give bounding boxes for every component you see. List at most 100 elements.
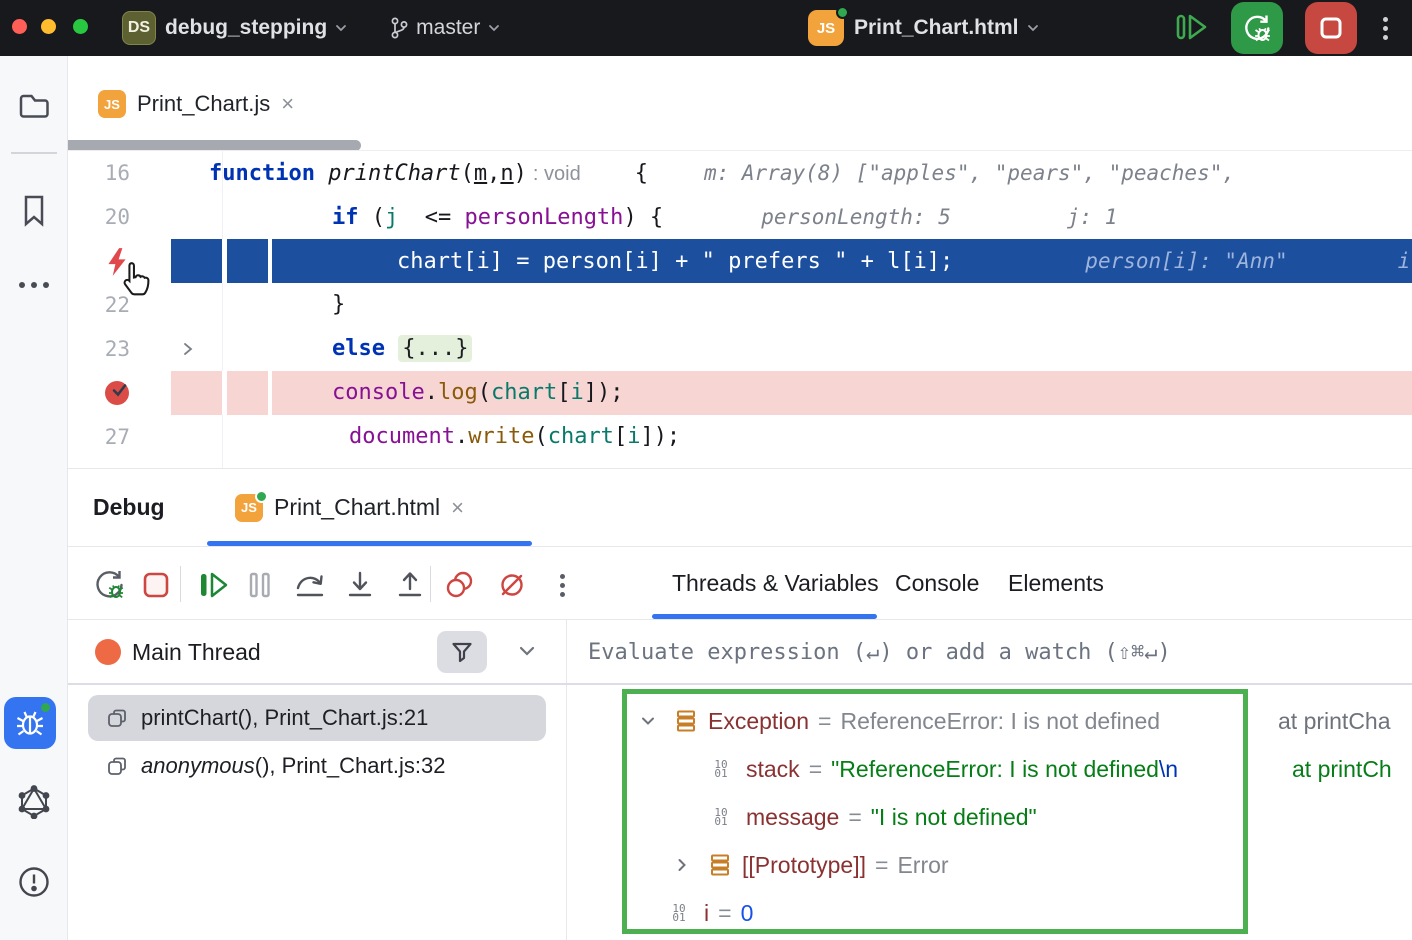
branch-selector[interactable]: master	[389, 16, 501, 40]
pause-program-button[interactable]	[240, 565, 280, 605]
debug-tool-button[interactable]	[4, 697, 56, 749]
close-icon[interactable]: ×	[451, 497, 464, 519]
debug-running-dot	[39, 701, 52, 714]
evaluate-expression-input[interactable]: Evaluate expression (↵) or add a watch (…	[567, 620, 1412, 684]
breakpoint-verified-icon[interactable]	[104, 379, 132, 407]
stop-icon	[140, 569, 172, 601]
editor-tab-label: Print_Chart.js	[137, 91, 270, 117]
code-line[interactable]: }	[171, 283, 1412, 327]
step-out-button[interactable]	[390, 565, 430, 605]
equals-sign: =	[718, 900, 731, 927]
variable-value: "I is not defined"	[871, 804, 1037, 831]
variable-row-prototype[interactable]: [[Prototype]] = Error	[566, 841, 1412, 889]
exception-location-hint: at printCha	[1278, 708, 1391, 735]
variable-row-message[interactable]: 1001 message = "I is not defined"	[566, 793, 1412, 841]
step-over-button[interactable]	[290, 565, 330, 605]
chevron-right-icon[interactable]	[670, 856, 694, 874]
line-number: 16	[68, 151, 130, 195]
resume-button[interactable]	[1175, 12, 1209, 45]
stop-button[interactable]	[1305, 2, 1357, 54]
filter-frames-button[interactable]	[437, 631, 487, 673]
mute-breakpoints-button[interactable]	[492, 565, 532, 605]
thread-name: Main Thread	[132, 620, 261, 684]
variable-name: [[Prototype]]	[742, 852, 866, 879]
variable-row-exception[interactable]: Exception = ReferenceError: I is not def…	[566, 697, 1412, 745]
fullscreen-window-button[interactable]	[73, 19, 88, 34]
variable-name: message	[746, 804, 839, 831]
mute-breakpoints-icon	[496, 569, 528, 601]
chevron-down-icon	[1026, 21, 1040, 35]
equals-sign: =	[875, 852, 888, 879]
branch-name: master	[416, 16, 480, 40]
git-branch-icon	[389, 16, 409, 40]
variable-value: "ReferenceError: I is not defined	[831, 756, 1159, 783]
line-number: 23	[68, 327, 130, 371]
js-file-icon: JS	[235, 494, 263, 522]
line-number: 27	[68, 415, 130, 459]
code-line[interactable]: document.write(chart[i]);	[171, 415, 1412, 459]
rerun-debug-button[interactable]	[1231, 2, 1283, 54]
stack-frame-row[interactable]: printChart(), Print_Chart.js:21	[88, 695, 546, 741]
thread-dropdown-chevron[interactable]	[516, 640, 538, 665]
ide-window: DS debug_stepping master JS Print_Chart.…	[0, 0, 1412, 940]
code-line[interactable]: chart[i] = person[i] + " prefers " + l[i…	[171, 239, 1412, 283]
chevron-down-icon[interactable]	[636, 712, 660, 730]
chevron-down-icon	[487, 21, 501, 35]
variable-name: Exception	[708, 708, 809, 735]
debug-session-tab[interactable]: JS Print_Chart.html ×	[235, 469, 464, 546]
primitive-value-icon: 1001	[664, 904, 694, 922]
more-tool-windows-button[interactable]	[0, 282, 68, 288]
stack-frame-row[interactable]: anonymous(), Print_Chart.js:32	[88, 743, 546, 789]
js-file-icon: JS	[98, 90, 126, 118]
code-line[interactable]: if (j <= personLength) {personLength: 5j…	[171, 195, 1412, 239]
code-row-27: 27 document.write(chart[i]);	[68, 415, 1412, 459]
ellipsis-icon	[19, 282, 49, 288]
resume-program-button[interactable]	[194, 565, 234, 605]
step-into-icon	[344, 569, 376, 601]
editor-tab[interactable]: JS Print_Chart.js ×	[98, 76, 294, 132]
variable-name: i	[704, 900, 709, 927]
view-breakpoints-icon	[444, 569, 476, 601]
close-icon[interactable]: ×	[281, 93, 294, 115]
titlebar-left-group: DS debug_stepping master	[122, 0, 501, 56]
running-indicator-dot	[836, 6, 849, 19]
problems-tool-button[interactable]	[0, 865, 68, 899]
rerun-debug-icon	[92, 567, 128, 603]
primitive-value-icon: 1001	[706, 808, 736, 826]
minimize-window-button[interactable]	[41, 19, 56, 34]
project-tool-button[interactable]	[0, 90, 68, 122]
tab-threads-variables[interactable]: Threads & Variables	[672, 547, 879, 619]
run-config-selector[interactable]: Print_Chart.html	[854, 16, 1040, 40]
step-into-button[interactable]	[340, 565, 380, 605]
tab-elements[interactable]: Elements	[1008, 547, 1104, 619]
run-config-js-icon: JS	[808, 10, 844, 46]
graphql-tool-button[interactable]	[0, 785, 68, 819]
variable-value: ReferenceError: I is not defined	[840, 708, 1160, 735]
debug-tab-label: Print_Chart.html	[274, 494, 440, 521]
close-window-button[interactable]	[12, 19, 27, 34]
variable-value: Error	[897, 852, 948, 879]
frame-label: anonymous(), Print_Chart.js:32	[141, 753, 445, 779]
variable-row-stack[interactable]: 1001 stack = "ReferenceError: I is not d…	[566, 745, 1412, 793]
equals-sign: =	[818, 708, 831, 735]
project-icon: DS	[122, 11, 156, 45]
variable-row-i[interactable]: 1001 i = 0	[566, 889, 1412, 937]
project-selector[interactable]: debug_stepping	[165, 16, 348, 40]
resume-icon	[198, 570, 230, 600]
step-out-icon	[394, 569, 426, 601]
bookmarks-tool-button[interactable]	[0, 193, 68, 229]
folder-icon	[17, 90, 51, 122]
kebab-icon	[556, 570, 569, 601]
stack-frame-icon	[106, 755, 128, 777]
code-line[interactable]: else {...}	[171, 327, 1412, 371]
code-line[interactable]: function printChart(m,n): void{m: Array(…	[171, 151, 1412, 195]
thread-selector-row[interactable]: Main Thread	[68, 620, 566, 684]
rerun-button[interactable]	[90, 565, 130, 605]
escape-sequence: \n	[1159, 756, 1178, 783]
tab-console[interactable]: Console	[895, 547, 979, 619]
more-options-button[interactable]	[1379, 13, 1392, 44]
stop-button[interactable]	[136, 565, 176, 605]
toolbar-more-button[interactable]	[542, 565, 582, 605]
view-breakpoints-button[interactable]	[440, 565, 480, 605]
code-line[interactable]: console.log(chart[i]);	[171, 371, 1412, 415]
